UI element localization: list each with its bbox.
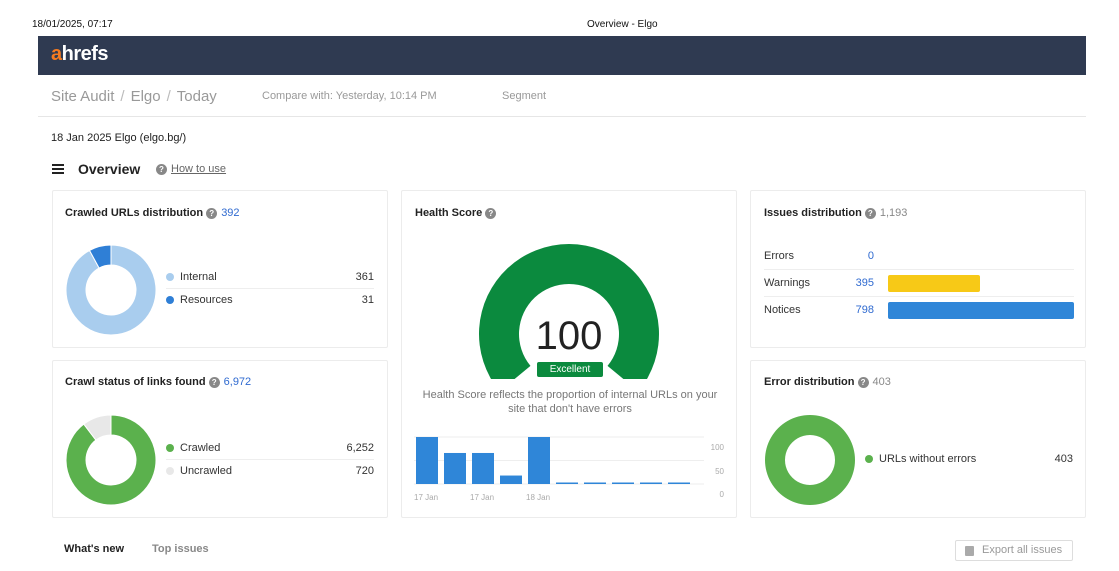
x-tick-label: 18 Jan [526, 493, 550, 502]
crawled-urls-card: Crawled URLs distribution ? 392 Internal … [52, 190, 388, 348]
issue-bar[interactable] [888, 302, 1074, 319]
legend-item: Uncrawled 720 [166, 460, 374, 483]
how-to-use[interactable]: ? How to use [156, 163, 226, 175]
issues-list: Errors 0 Warnings 395 Notices 798 [764, 243, 1074, 324]
links-count[interactable]: 6,972 [224, 376, 252, 388]
legend-value: 403 [1054, 453, 1073, 465]
question-circle-icon: ? [485, 207, 497, 219]
crawled-urls-legend: Internal 361 Resources 31 [166, 266, 374, 312]
tab-top-issues[interactable]: Top issues [152, 543, 209, 555]
how-to-use-link[interactable]: How to use [171, 163, 226, 175]
legend-value: 720 [355, 465, 374, 477]
breadcrumb-site-audit[interactable]: Site Audit [51, 88, 114, 105]
menu-icon[interactable] [52, 164, 64, 174]
health-description: Health Score reflects the proportion of … [422, 389, 718, 415]
issues-count: 1,193 [879, 207, 908, 219]
error-distribution-card: Error distribution ? 403 URLs without err… [750, 360, 1086, 518]
card-title: Health Score ? [415, 207, 497, 219]
tab-whats-new[interactable]: What's new [64, 543, 124, 555]
breadcrumb-crawl[interactable]: Today [177, 88, 217, 105]
card-title: Issues distribution ? 1,193 [764, 207, 908, 219]
history-bar[interactable] [584, 482, 606, 485]
segment-selector[interactable]: Segment [502, 90, 546, 102]
legend-value: 361 [355, 271, 374, 283]
legend-item: Internal 361 [166, 266, 374, 289]
question-circle-icon: ? [156, 163, 167, 175]
history-bar[interactable] [472, 452, 494, 484]
history-bar[interactable] [528, 437, 550, 484]
crawl-status-legend: Crawled 6,252 Uncrawled 720 [166, 437, 374, 483]
errors-count: 403 [872, 376, 891, 388]
legend-value: 31 [361, 294, 374, 306]
crawled-urls-donut [65, 244, 157, 336]
gauge-arc [479, 243, 659, 379]
issues-row-errors[interactable]: Errors 0 [764, 243, 1074, 270]
crawled-count[interactable]: 392 [221, 207, 239, 219]
legend-item: URLs without errors 403 [865, 448, 1073, 471]
crawl-status-card: Crawl status of links found ? 6,972 Crawl… [52, 360, 388, 518]
y-tick-label: 0 [720, 490, 725, 499]
health-gauge: 100 [479, 243, 659, 379]
compare-selector[interactable]: Compare with: Yesterday, 10:14 PM [262, 90, 437, 102]
y-tick-label: 50 [715, 467, 724, 476]
history-bar[interactable] [640, 482, 662, 485]
legend-item: Crawled 6,252 [166, 437, 374, 460]
card-title: Error distribution ? 403 [764, 376, 891, 388]
breadcrumb-project[interactable]: Elgo [131, 88, 161, 105]
history-bar[interactable] [500, 475, 522, 484]
issue-bar[interactable] [888, 275, 981, 292]
x-tick-label: 17 Jan [470, 493, 494, 502]
history-bar[interactable] [416, 437, 438, 484]
history-bar[interactable] [668, 482, 690, 485]
x-tick-label: 17 Jan [414, 493, 438, 502]
error-legend: URLs without errors 403 [865, 448, 1073, 471]
error-distribution-donut [764, 415, 855, 505]
question-circle-icon: ? [208, 376, 220, 388]
card-title: Crawled URLs distribution ? 392 [65, 207, 240, 219]
legend-dot [166, 467, 174, 476]
card-title: Crawl status of links found ? 6,972 [65, 376, 252, 388]
print-title: Overview - Elgo [587, 19, 658, 30]
y-tick-label: 100 [711, 443, 725, 452]
page-title: Overview [78, 161, 141, 177]
crawl-status-donut [65, 414, 157, 506]
history-bar[interactable] [612, 482, 634, 485]
divider [38, 116, 1086, 117]
issues-row-notices[interactable]: Notices 798 [764, 297, 1074, 324]
health-badge: Excellent [537, 362, 603, 377]
question-circle-icon: ? [857, 376, 869, 388]
export-icon [965, 546, 974, 556]
project-line: 18 Jan 2025 Elgo (elgo.bg/) [51, 132, 187, 144]
legend-dot [865, 455, 873, 464]
donut-slice [764, 415, 855, 505]
health-history-chart: 100 50 0 17 Jan 17 Jan 18 Jan [414, 436, 725, 502]
ahrefs-logo[interactable]: ahrefs [51, 43, 109, 66]
health-score-card: Health Score ? 100 Excellent Health Scor… [401, 190, 737, 518]
legend-dot [166, 273, 174, 282]
legend-item: Resources 31 [166, 289, 374, 312]
issues-card: Issues distribution ? 1,193 Errors 0 Warni… [750, 190, 1086, 348]
legend-dot [166, 296, 174, 305]
legend-value: 6,252 [346, 442, 374, 454]
export-all-issues-button[interactable]: Export all issues [955, 540, 1073, 561]
question-circle-icon: ? [864, 207, 876, 219]
breadcrumb: Site Audit / Elgo / Today [51, 88, 217, 105]
print-datetime: 18/01/2025, 07:17 [32, 19, 113, 30]
legend-dot [166, 444, 174, 453]
issues-row-warnings[interactable]: Warnings 395 [764, 270, 1074, 297]
question-circle-icon: ? [206, 207, 218, 219]
health-score-value: 100 [536, 314, 603, 358]
history-bar[interactable] [444, 452, 466, 484]
history-bar[interactable] [556, 482, 578, 485]
top-navbar: ahrefs [38, 36, 1086, 75]
